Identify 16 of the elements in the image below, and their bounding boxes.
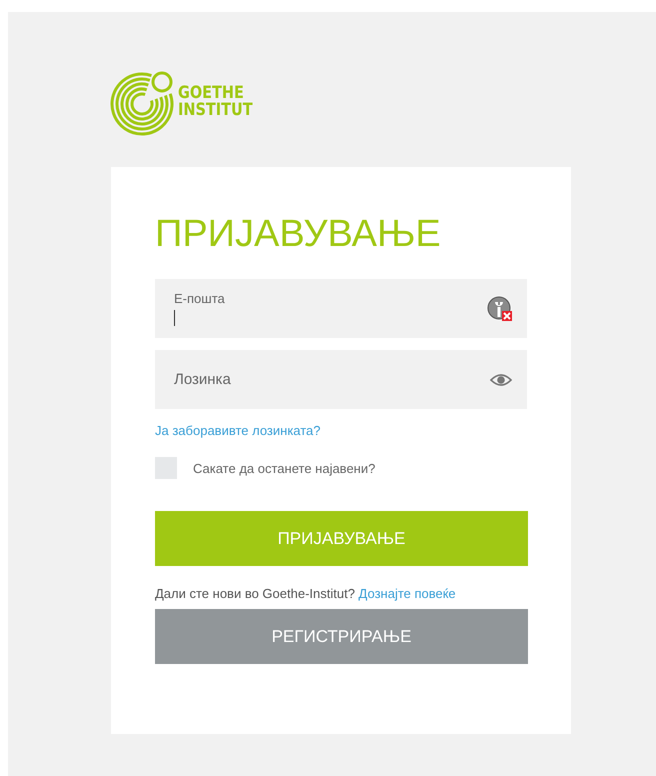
logo-text: GOETHE — [178, 85, 244, 102]
input-field[interactable]: Лозинка — [155, 350, 527, 409]
checkbox-label: Сакате да останете најавени? — [193, 460, 376, 476]
field-placeholder: Лозинка — [174, 371, 231, 388]
eye-icon — [489, 372, 513, 388]
learn-more-link[interactable]: Дознајте повеќе — [358, 586, 456, 601]
field-label: Е-пошта — [174, 291, 225, 306]
forgot-password-link[interactable]: Ја заборавивте лозинката? — [155, 423, 321, 438]
input-field[interactable]: Е-пошта — [155, 279, 527, 338]
register-button[interactable]: РЕГИСТРИРАЊЕ — [155, 609, 528, 664]
login-button[interactable]: ПРИЈАВУВАЊЕ — [155, 511, 528, 566]
register-prompt: Дали сте нови во Goethe-Institut? Дознајте повеќе — [155, 586, 457, 601]
page-title: ПРИЈАВУВАЊЕ — [155, 212, 442, 257]
password-manager-icon — [487, 296, 513, 322]
logo-text: INSTITUT — [178, 102, 253, 119]
checkbox[interactable] — [155, 457, 177, 479]
